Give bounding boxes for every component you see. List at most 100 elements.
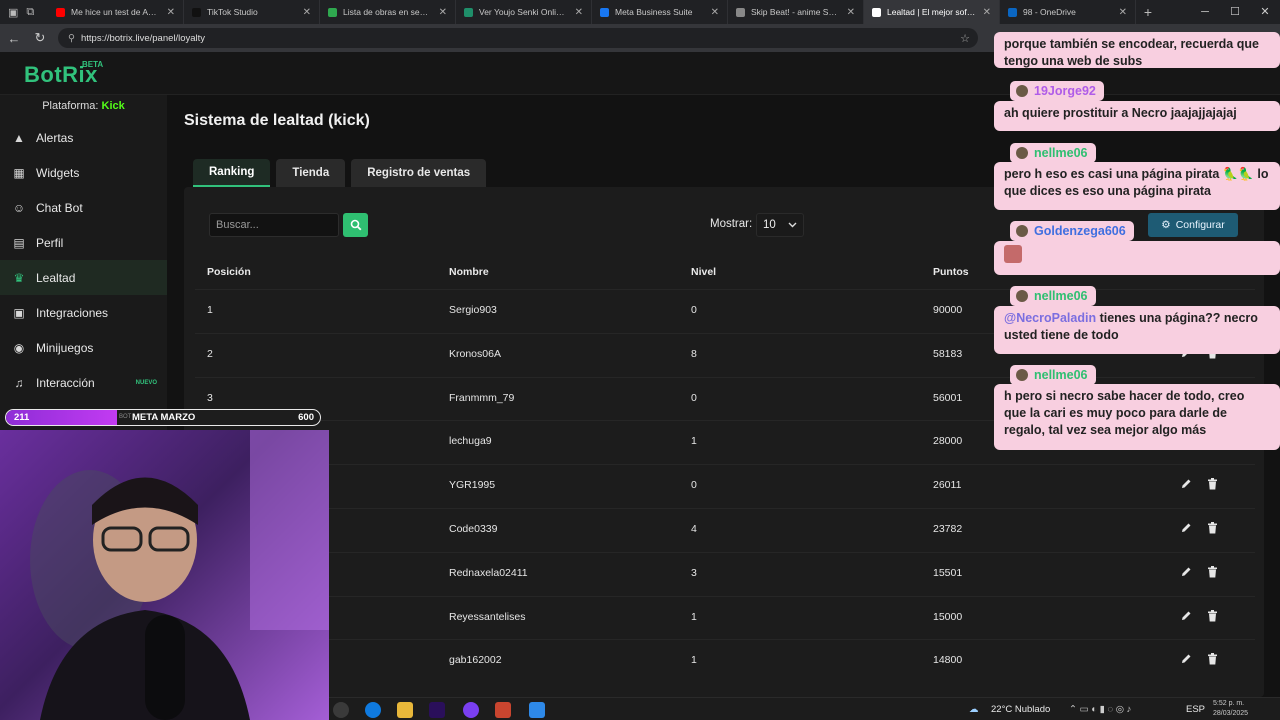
minimize-button[interactable]: ─	[1190, 0, 1220, 24]
tab-ranking[interactable]: Ranking	[193, 159, 271, 187]
chat-username[interactable]: nellme06	[1010, 365, 1096, 385]
tab-close-icon[interactable]: ✕	[303, 7, 311, 18]
tab-close-icon[interactable]: ✕	[1119, 7, 1127, 18]
workspaces-icon[interactable]: ▣	[8, 6, 18, 19]
chat-username[interactable]: nellme06	[1010, 286, 1096, 306]
sidebar-item-lealtad[interactable]: ♛ Lealtad	[0, 260, 167, 295]
tab-close-icon[interactable]: ✕	[439, 7, 447, 18]
name-cell: Franmmm_79	[449, 391, 515, 404]
search-input[interactable]	[209, 213, 339, 237]
close-window-button[interactable]: ✕	[1250, 0, 1280, 24]
chat-message-text: porque también se encodear, recuerda que…	[1004, 37, 1259, 68]
user-badge-icon	[1016, 290, 1028, 302]
weather-text[interactable]: 22°C Nublado	[991, 704, 1050, 715]
clock-time[interactable]: 5:52 p. m.	[1213, 700, 1244, 707]
maximize-button[interactable]: ☐	[1220, 0, 1250, 24]
sidebar-item-label: Interacción	[36, 375, 95, 390]
chat-username-text: Goldenzega606	[1034, 224, 1126, 238]
trash-icon[interactable]	[1205, 565, 1219, 579]
edge-app-icon[interactable]	[365, 702, 381, 718]
browser-tab[interactable]: Lealtad | El mejor software ✕	[864, 0, 1000, 24]
column-header-name: Nombre	[449, 266, 489, 278]
tab-favicon-icon	[464, 7, 473, 17]
sidebar-item-perfil[interactable]: ▤ Perfil	[0, 225, 167, 260]
window-controls: ─ ☐ ✕	[1190, 0, 1280, 24]
edit-icon[interactable]	[1179, 521, 1193, 535]
browser-tab[interactable]: TikTok Studio ✕	[184, 0, 320, 24]
tab-close-icon[interactable]: ✕	[983, 7, 991, 18]
points-cell: 28000	[933, 435, 963, 448]
trash-icon[interactable]	[1205, 477, 1219, 491]
trash-icon[interactable]	[1205, 652, 1219, 666]
bookmark-star-icon[interactable]: ☆	[960, 32, 970, 45]
clock-date[interactable]: 28/03/2025	[1213, 710, 1248, 717]
chrome-app-icon[interactable]	[463, 702, 479, 718]
sidebar-item-label: Perfil	[36, 235, 64, 250]
tab-registro-ventas[interactable]: Registro de ventas	[351, 159, 487, 187]
tab-tienda[interactable]: Tienda	[276, 159, 346, 187]
new-tab-button[interactable]: +	[1136, 4, 1160, 20]
points-cell: 58183	[933, 347, 963, 360]
back-icon[interactable]: ←	[6, 31, 22, 46]
premiere-pro-icon[interactable]	[429, 702, 445, 718]
system-tray-icons[interactable]: ⌃ ▭ ◐ ▮ ◌ ◎ ♪	[1069, 704, 1131, 715]
windows-taskbar: ☁ 22°C Nublado ⌃ ▭ ◐ ▮ ◌ ◎ ♪ ESP 5:52 p.…	[329, 697, 1280, 720]
sidebar-item-alertas[interactable]: ▲ Alertas	[0, 120, 167, 155]
chat-mention[interactable]: @NecroPaladin	[1004, 311, 1096, 325]
row-actions	[1179, 652, 1219, 666]
trash-icon[interactable]	[1205, 609, 1219, 623]
chat-message-text: pero h eso es casi una página pirata 🦜🦜 …	[1004, 167, 1269, 198]
reload-icon[interactable]: ↻	[32, 30, 48, 46]
level-cell: 8	[691, 347, 697, 360]
tab-title: Skip Beat! - anime Skip Be	[751, 7, 841, 17]
language-indicator[interactable]: ESP	[1186, 704, 1205, 715]
game-app-icon[interactable]	[495, 702, 511, 718]
gamepad-icon: ◉	[13, 340, 25, 355]
search-icon	[350, 219, 361, 231]
tab-actions-icon[interactable]: ⧉	[26, 6, 34, 19]
search-button[interactable]	[343, 213, 368, 237]
browser-tab[interactable]: Skip Beat! - anime Skip Be ✕	[728, 0, 864, 24]
tab-favicon-icon	[600, 7, 609, 17]
edit-icon[interactable]	[1179, 609, 1193, 623]
sidebar-item-label: Integraciones	[36, 305, 109, 320]
show-entries-select[interactable]: 10	[756, 213, 804, 237]
sidebar-item-integraciones[interactable]: ▣ Integraciones	[0, 295, 167, 330]
page-title: Sistema de lealtad (kick)	[184, 112, 370, 129]
name-cell: Sergio903	[449, 304, 497, 316]
site-info-icon[interactable]: ⚲	[68, 33, 75, 44]
browser-tab[interactable]: Ver Youjo Senki Online Sub ✕	[456, 0, 592, 24]
chat-username[interactable]: Goldenzega606	[1010, 221, 1134, 241]
row-actions	[1179, 565, 1219, 579]
url-field[interactable]: ⚲ https://botrix.live/panel/loyalty ☆	[58, 28, 978, 48]
configure-button[interactable]: ⚙ Configurar	[1148, 213, 1238, 237]
sidebar-item-label: Widgets	[36, 165, 80, 180]
chat-username[interactable]: nellme06	[1010, 143, 1096, 163]
table-row: YGR1995 0 26011	[195, 464, 1255, 508]
sidebar-item-widgets[interactable]: ▦ Widgets	[0, 155, 167, 190]
sidebar-item-minijuegos[interactable]: ◉ Minijuegos	[0, 330, 167, 365]
browser-tab[interactable]: Me hice un test de ADN pa ✕	[48, 0, 184, 24]
browser-tab[interactable]: Lista de obras en seguimie ✕	[320, 0, 456, 24]
id-card-icon: ▤	[13, 235, 25, 250]
sidebar-item-chat-bot[interactable]: ☺ Chat Bot	[0, 190, 167, 225]
edit-icon[interactable]	[1179, 565, 1193, 579]
chat-username[interactable]: 19Jorge92	[1010, 81, 1104, 101]
level-cell: 3	[691, 566, 697, 579]
tab-close-icon[interactable]: ✕	[711, 7, 719, 18]
browser-tab[interactable]: 98 - OneDrive ✕	[1000, 0, 1136, 24]
edit-icon[interactable]	[1179, 477, 1193, 491]
trash-icon[interactable]	[1205, 521, 1219, 535]
edit-icon[interactable]	[1179, 652, 1193, 666]
browser-tab[interactable]: Meta Business Suite ✕	[592, 0, 728, 24]
points-cell: 90000	[933, 304, 963, 316]
file-explorer-icon[interactable]	[397, 702, 413, 718]
sidebar-item-interaccion[interactable]: ♫ Interacción NUEVO	[0, 365, 167, 400]
tab-close-icon[interactable]: ✕	[167, 7, 175, 18]
points-cell: 15000	[933, 610, 963, 623]
tab-close-icon[interactable]: ✕	[575, 7, 583, 18]
obs-app-icon[interactable]	[333, 702, 349, 718]
name-cell: lechuga9	[449, 435, 492, 448]
tab-close-icon[interactable]: ✕	[847, 7, 855, 18]
paint-app-icon[interactable]	[529, 702, 545, 718]
